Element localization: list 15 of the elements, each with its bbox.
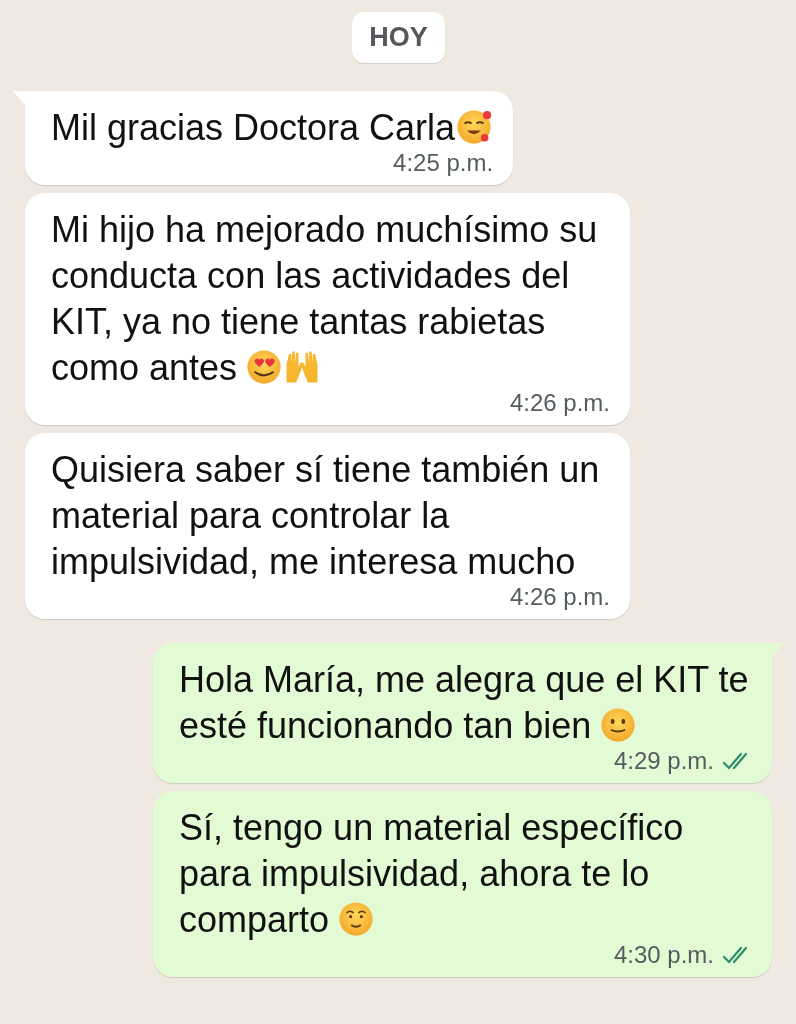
message-time: 4:26 p.m. <box>509 583 610 611</box>
smiling-face-hearts-icon <box>455 108 494 146</box>
message-text: Mi hijo ha mejorado muchísimo su conducta con las actividades del KIT, ya no tiene tantas rabietas como antes <box>51 208 599 390</box>
message-text: Hola María, me alegra que el KIT te esté funcionando tan bien <box>179 658 750 748</box>
smiling-face-icon <box>599 706 638 744</box>
message-text: Quisiera saber sí tiene también un material para controlar la impulsividad, me interesa mucho <box>51 448 601 584</box>
smiling-face-icon <box>337 900 376 938</box>
heart-eyes-face-icon <box>245 348 284 386</box>
message-time: 4:29 p.m. <box>613 747 714 775</box>
date-chip: HOY <box>352 12 445 63</box>
message-text: Mil gracias Doctora Carla <box>51 105 494 151</box>
message-time: 4:30 p.m. <box>613 941 714 969</box>
message-time: 4:26 p.m. <box>509 389 610 417</box>
message-text: Sí, tengo un material específico para impulsividad, ahora te lo comparto <box>179 806 685 942</box>
message-time: 4:25 p.m. <box>393 149 494 177</box>
